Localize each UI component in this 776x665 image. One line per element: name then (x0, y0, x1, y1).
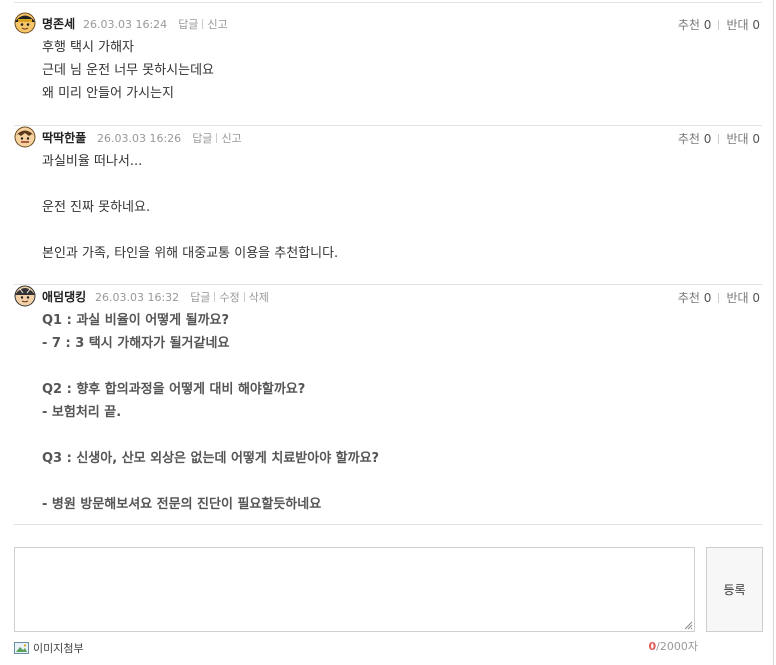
comment-line: Q2 : 향후 합의과정을 어떻게 대비 해야할까요? (42, 382, 306, 397)
comment-datetime: 26.03.03 16:26 (97, 132, 182, 145)
image-attach-label: 이미지첨부 (33, 642, 84, 655)
char-counter: 0/2000자 (649, 638, 698, 654)
recommend-count: 0 (703, 291, 712, 305)
comment-line: Q1 : 과실 비율이 어떻게 될까요? (42, 313, 230, 328)
avatar-icon (14, 285, 36, 307)
delete-button[interactable]: 삭제 (249, 291, 269, 304)
avatar-icon (14, 12, 36, 34)
comment-item: 딱딱한풀 26.03.03 16:26 답글 신고 추천 0 반대 0 과실비율 떠… (14, 125, 762, 265)
comment-line: 운전 진짜 못하네요. (42, 200, 151, 215)
submit-button[interactable]: 등록 (706, 547, 763, 632)
comment-line (42, 173, 762, 196)
comment-body: 과실비율 떠나서... 운전 진짜 못하네요. 본인과 가족, 타인을 위해 대… (42, 150, 762, 265)
comment-line: 본인과 가족, 타인을 위해 대중교통 이용을 추천합니다. (42, 246, 339, 261)
separator (718, 20, 720, 30)
comment-datetime: 26.03.03 16:32 (95, 291, 180, 304)
comment-item: 명존세 26.03.03 16:24 답글 신고 추천 0 반대 0 후행 택시 가… (14, 12, 762, 105)
oppose-count: 0 (752, 291, 760, 305)
vote-area: 추천 0 반대 0 (678, 16, 760, 33)
comment-meta: 26.03.03 16:24 답글 신고 (83, 16, 228, 32)
edit-button[interactable]: 수정 (219, 291, 239, 304)
comment-line: 근데 님 운전 너무 못하시는데요 (42, 63, 215, 78)
comment-meta: 26.03.03 16:26 답글 신고 (97, 130, 242, 146)
comment-line: - 병원 방문해보셔요 전문의 진단이 필요할듯하네요 (42, 497, 322, 512)
oppose-button[interactable]: 반대 0 (726, 291, 760, 305)
oppose-button[interactable]: 반대 0 (726, 18, 760, 32)
separator (216, 133, 218, 143)
frame-border (773, 0, 774, 665)
comment-line: Q3 : 신생아, 산모 외상은 없는데 어떻게 치료받아야 할까요? (42, 451, 380, 466)
reply-button[interactable]: 답글 (190, 291, 210, 304)
oppose-button[interactable]: 반대 0 (726, 132, 760, 146)
comment-header: 애덤댕킹 26.03.03 16:32 답글 수정 삭제 추천 0 반대 0 (14, 285, 762, 309)
comment-line: 왜 미리 안들어 가시는지 (42, 86, 174, 101)
report-button[interactable]: 신고 (207, 18, 227, 31)
vote-area: 추천 0 반대 0 (678, 130, 760, 147)
recommend-button[interactable]: 추천 0 (678, 18, 712, 32)
comment-nickname[interactable]: 애덤댕킹 (42, 288, 86, 305)
comment-input[interactable] (14, 547, 695, 632)
recommend-count: 0 (703, 18, 712, 32)
separator (243, 292, 245, 302)
comment-meta: 26.03.03 16:32 답글 수정 삭제 (95, 289, 269, 305)
comment-line: - 보험처리 끝. (42, 405, 122, 420)
comment-body: 후행 택시 가해자 근데 님 운전 너무 못하시는데요 왜 미리 안들어 가시는… (42, 36, 762, 105)
comment-header: 명존세 26.03.03 16:24 답글 신고 추천 0 반대 0 (14, 12, 762, 36)
recommend-button[interactable]: 추천 0 (678, 132, 712, 146)
recommend-button[interactable]: 추천 0 (678, 291, 712, 305)
recommend-count: 0 (703, 132, 712, 146)
separator (214, 292, 216, 302)
comment-line (42, 355, 762, 378)
comment-line: 과실비율 떠나서... (42, 154, 143, 169)
image-icon (14, 642, 29, 654)
separator (202, 19, 204, 29)
resize-handle-icon[interactable] (684, 621, 693, 630)
divider (14, 2, 762, 3)
image-attach-button[interactable]: 이미지첨부 (14, 637, 84, 655)
comment-line (42, 219, 762, 242)
separator (718, 134, 720, 144)
comment-line (42, 424, 762, 447)
comment-body: Q1 : 과실 비율이 어떻게 될까요? - 7 : 3 택시 가해자가 될거같… (42, 309, 762, 516)
comment-header: 딱딱한풀 26.03.03 16:26 답글 신고 추천 0 반대 0 (14, 126, 762, 150)
comment-nickname[interactable]: 딱딱한풀 (42, 129, 86, 146)
report-button[interactable]: 신고 (221, 132, 241, 145)
comment-line: 후행 택시 가해자 (42, 40, 134, 55)
oppose-count: 0 (752, 132, 760, 146)
char-count-max: /2000자 (656, 640, 698, 653)
oppose-count: 0 (752, 18, 760, 32)
vote-area: 추천 0 반대 0 (678, 289, 760, 306)
separator (718, 293, 720, 303)
reply-button[interactable]: 답글 (178, 18, 198, 31)
reply-button[interactable]: 답글 (192, 132, 212, 145)
comment-item: 애덤댕킹 26.03.03 16:32 답글 수정 삭제 추천 0 반대 0 Q1 :… (14, 284, 762, 516)
avatar-icon (14, 126, 36, 148)
comment-nickname[interactable]: 명존세 (42, 15, 75, 32)
divider (14, 524, 762, 525)
comment-line: - 7 : 3 택시 가해자가 될거같네요 (42, 336, 230, 351)
comment-datetime: 26.03.03 16:24 (83, 18, 168, 31)
comment-line (42, 470, 762, 493)
